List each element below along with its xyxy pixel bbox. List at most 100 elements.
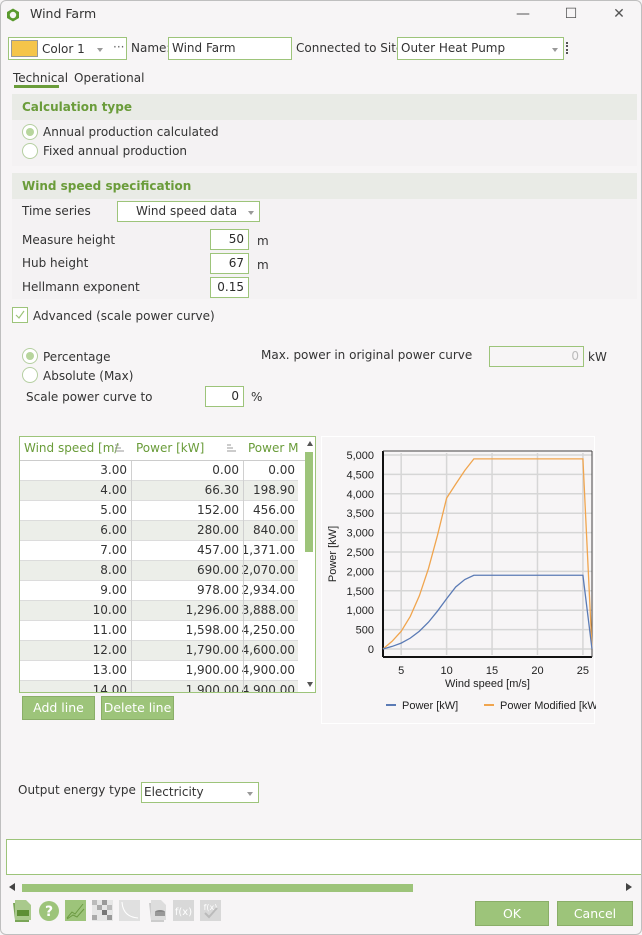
- cell-power-modified[interactable]: 4,900.00: [242, 683, 295, 692]
- table-row[interactable]: 10.00 1,296.00 3,888.00: [20, 601, 298, 621]
- y-tick-label: 1,000: [346, 605, 374, 617]
- maximize-button[interactable]: ☐: [556, 4, 586, 24]
- chart-icon[interactable]: [65, 900, 86, 921]
- cell-wind-speed[interactable]: 7.00: [100, 543, 127, 557]
- cell-wind-speed[interactable]: 4.00: [100, 483, 127, 497]
- header-power[interactable]: Power [kW]: [136, 441, 204, 455]
- scroll-down-icon[interactable]: [307, 682, 313, 687]
- cell-power-modified[interactable]: 4,600.00: [242, 643, 295, 657]
- x-tick-label: 15: [486, 665, 498, 677]
- cell-wind-speed[interactable]: 13.00: [93, 663, 127, 677]
- close-button[interactable]: ✕: [604, 4, 634, 24]
- header-wind-speed[interactable]: Wind speed [m/: [24, 441, 118, 455]
- table-row[interactable]: 8.00 690.00 2,070.00: [20, 561, 298, 581]
- cell-power-modified[interactable]: 198.90: [253, 483, 295, 497]
- cell-power-modified[interactable]: 1,371.00: [242, 543, 295, 557]
- curve-icon[interactable]: [119, 900, 140, 921]
- scroll-right-icon[interactable]: [626, 883, 632, 891]
- advanced-checkbox[interactable]: [12, 307, 28, 323]
- site-value: Outer Heat Pump: [401, 41, 506, 55]
- chart-svg: 0 500 1,000 1,500 2,000 2,500 3,000 3,500 4,000 4…: [327, 450, 601, 712]
- scroll-up-icon[interactable]: [307, 441, 313, 446]
- tab-operational[interactable]: Operational: [74, 71, 144, 85]
- table-row[interactable]: 12.00 1,790.00 4,600.00: [20, 641, 298, 661]
- cell-power-modified[interactable]: 4,250.00: [242, 623, 295, 637]
- radio-fixed-annual[interactable]: [22, 143, 38, 159]
- table-row[interactable]: 7.00 457.00 1,371.00: [20, 541, 298, 561]
- database-file-icon[interactable]: [146, 898, 168, 922]
- cell-power[interactable]: 1,900.00: [186, 663, 239, 677]
- table-row[interactable]: 6.00 280.00 840.00: [20, 521, 298, 541]
- cell-power[interactable]: 1,790.00: [186, 643, 239, 657]
- svg-text:?: ?: [45, 904, 53, 920]
- cell-wind-speed[interactable]: 9.00: [100, 583, 127, 597]
- table-row[interactable]: 11.00 1,598.00 4,250.00: [20, 621, 298, 641]
- radio-absolute[interactable]: [22, 367, 38, 383]
- cell-power-modified[interactable]: 2,070.00: [242, 563, 295, 577]
- cell-power-modified[interactable]: 0.00: [268, 463, 295, 477]
- cell-power-modified[interactable]: 456.00: [253, 503, 295, 517]
- cell-wind-speed[interactable]: 10.00: [93, 603, 127, 617]
- cell-wind-speed[interactable]: 12.00: [93, 643, 127, 657]
- sort-icon[interactable]: [227, 444, 236, 452]
- hellmann-input[interactable]: 0.15: [210, 277, 249, 298]
- cell-power[interactable]: 1,598.00: [186, 623, 239, 637]
- table-row[interactable]: 4.00 66.30 198.90: [20, 481, 298, 501]
- cell-power[interactable]: 1,296.00: [186, 603, 239, 617]
- cell-wind-speed[interactable]: 8.00: [100, 563, 127, 577]
- notes-textarea[interactable]: [6, 839, 642, 875]
- radio-annual-calculated[interactable]: [22, 124, 38, 140]
- cell-power[interactable]: 152.00: [197, 503, 239, 517]
- color-picker[interactable]: Color 1 ···: [8, 37, 127, 60]
- measure-height-input[interactable]: 50: [210, 229, 249, 250]
- ok-button[interactable]: OK: [475, 901, 549, 926]
- cell-power[interactable]: 690.00: [197, 563, 239, 577]
- cell-power[interactable]: 457.00: [197, 543, 239, 557]
- name-input[interactable]: Wind Farm: [168, 37, 292, 60]
- cell-wind-speed[interactable]: 3.00: [100, 463, 127, 477]
- add-line-button[interactable]: Add line: [22, 696, 95, 720]
- time-series-select[interactable]: Wind speed data: [117, 201, 260, 222]
- cancel-button[interactable]: Cancel: [557, 901, 633, 926]
- table-row[interactable]: 3.00 0.00 0.00: [20, 461, 298, 481]
- output-energy-select[interactable]: Electricity: [141, 782, 259, 803]
- pattern-icon[interactable]: [92, 900, 113, 921]
- cell-wind-speed[interactable]: 5.00: [100, 503, 127, 517]
- cell-power[interactable]: 66.30: [205, 483, 239, 497]
- minimize-button[interactable]: —: [508, 4, 538, 24]
- cell-power[interactable]: 0.00: [212, 463, 239, 477]
- table-row[interactable]: 9.00 978.00 2,934.00: [20, 581, 298, 601]
- site-select[interactable]: Outer Heat Pump: [397, 37, 564, 60]
- scroll-left-icon[interactable]: [9, 883, 15, 891]
- export-file-icon[interactable]: [11, 898, 33, 922]
- radio-percentage[interactable]: [22, 348, 38, 364]
- cell-power-modified[interactable]: 840.00: [253, 523, 295, 537]
- cell-power-modified[interactable]: 4,900.00: [242, 663, 295, 677]
- cell-power-modified[interactable]: 3,888.00: [242, 603, 295, 617]
- help-icon[interactable]: ?: [38, 900, 60, 922]
- scroll-thumb[interactable]: [305, 452, 313, 552]
- cell-power-modified[interactable]: 2,934.00: [242, 583, 295, 597]
- table-scrollbar[interactable]: [305, 437, 315, 692]
- cell-wind-speed[interactable]: 6.00: [100, 523, 127, 537]
- sort-icon[interactable]: [115, 444, 124, 452]
- table-row[interactable]: 13.00 1,900.00 4,900.00: [20, 661, 298, 681]
- cell-wind-speed[interactable]: 11.00: [93, 623, 127, 637]
- hub-height-input[interactable]: 67: [210, 253, 249, 274]
- header-power-modified[interactable]: Power M: [248, 441, 298, 455]
- measure-height-unit: m: [257, 234, 269, 248]
- table-row[interactable]: 5.00 152.00 456.00: [20, 501, 298, 521]
- cell-power[interactable]: 1,900.00: [186, 683, 239, 692]
- horizontal-scroll-thumb[interactable]: [22, 884, 413, 892]
- cell-wind-speed[interactable]: 14.00: [93, 683, 127, 692]
- function-icon[interactable]: f(x): [173, 900, 194, 921]
- tab-technical[interactable]: Technical: [13, 71, 68, 85]
- scale-input[interactable]: 0: [205, 386, 244, 407]
- delete-line-button[interactable]: Delete line: [101, 696, 174, 720]
- more-options-icon[interactable]: ···: [113, 40, 124, 54]
- cell-power[interactable]: 978.00: [197, 583, 239, 597]
- kebab-menu-icon[interactable]: [566, 42, 568, 54]
- cell-power[interactable]: 280.00: [197, 523, 239, 537]
- function-check-icon[interactable]: f(x): [200, 900, 221, 921]
- table-row[interactable]: 14.00 1,900.00 4,900.00: [20, 681, 298, 692]
